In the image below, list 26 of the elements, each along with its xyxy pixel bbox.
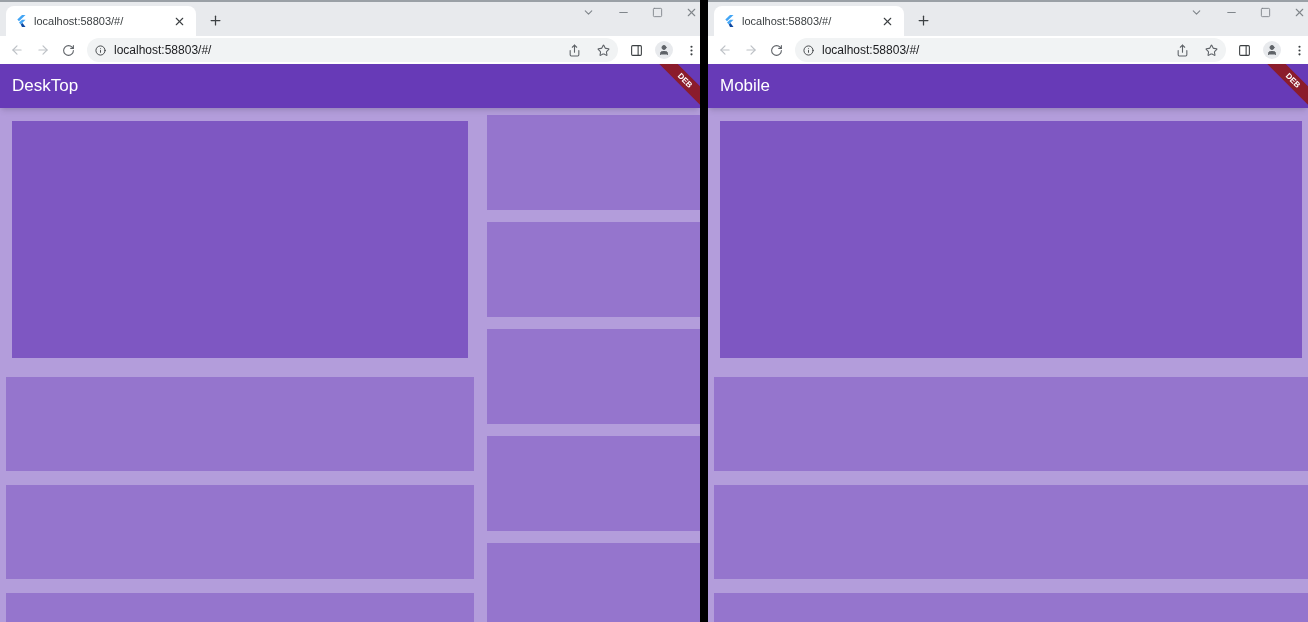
address-field[interactable]: localhost:58803/#/ <box>87 38 618 62</box>
side-panel-icon[interactable] <box>1238 43 1251 57</box>
profile-icon[interactable] <box>1263 41 1281 59</box>
reload-icon[interactable] <box>770 43 783 57</box>
profile-icon[interactable] <box>655 41 673 59</box>
address-text: localhost:58803/#/ <box>822 42 921 59</box>
new-tab-icon[interactable] <box>916 13 931 28</box>
browser-tab[interactable]: localhost:58803/#/ <box>6 6 196 36</box>
flutter-logo-icon <box>724 15 734 27</box>
tab-title: localhost:58803/#/ <box>34 13 125 29</box>
tab-title: localhost:58803/#/ <box>742 13 833 29</box>
share-icon[interactable] <box>568 43 581 57</box>
address-text: localhost:58803/#/ <box>114 42 213 59</box>
app-bar-title: DeskTop <box>12 75 79 98</box>
bookmark-star-icon[interactable] <box>597 43 610 57</box>
info-icon[interactable] <box>95 44 106 56</box>
new-tab-icon[interactable] <box>208 13 223 28</box>
address-field[interactable]: localhost:58803/#/ <box>795 38 1226 62</box>
share-icon[interactable] <box>1176 43 1189 57</box>
info-icon[interactable] <box>803 44 814 56</box>
flutter-logo-icon <box>16 15 26 27</box>
app-bar-title: Mobile <box>720 75 771 98</box>
bookmark-star-icon[interactable] <box>1205 43 1218 57</box>
side-panel-icon[interactable] <box>630 43 643 57</box>
browser-tab[interactable]: localhost:58803/#/ <box>714 6 904 36</box>
reload-icon[interactable] <box>62 43 75 57</box>
